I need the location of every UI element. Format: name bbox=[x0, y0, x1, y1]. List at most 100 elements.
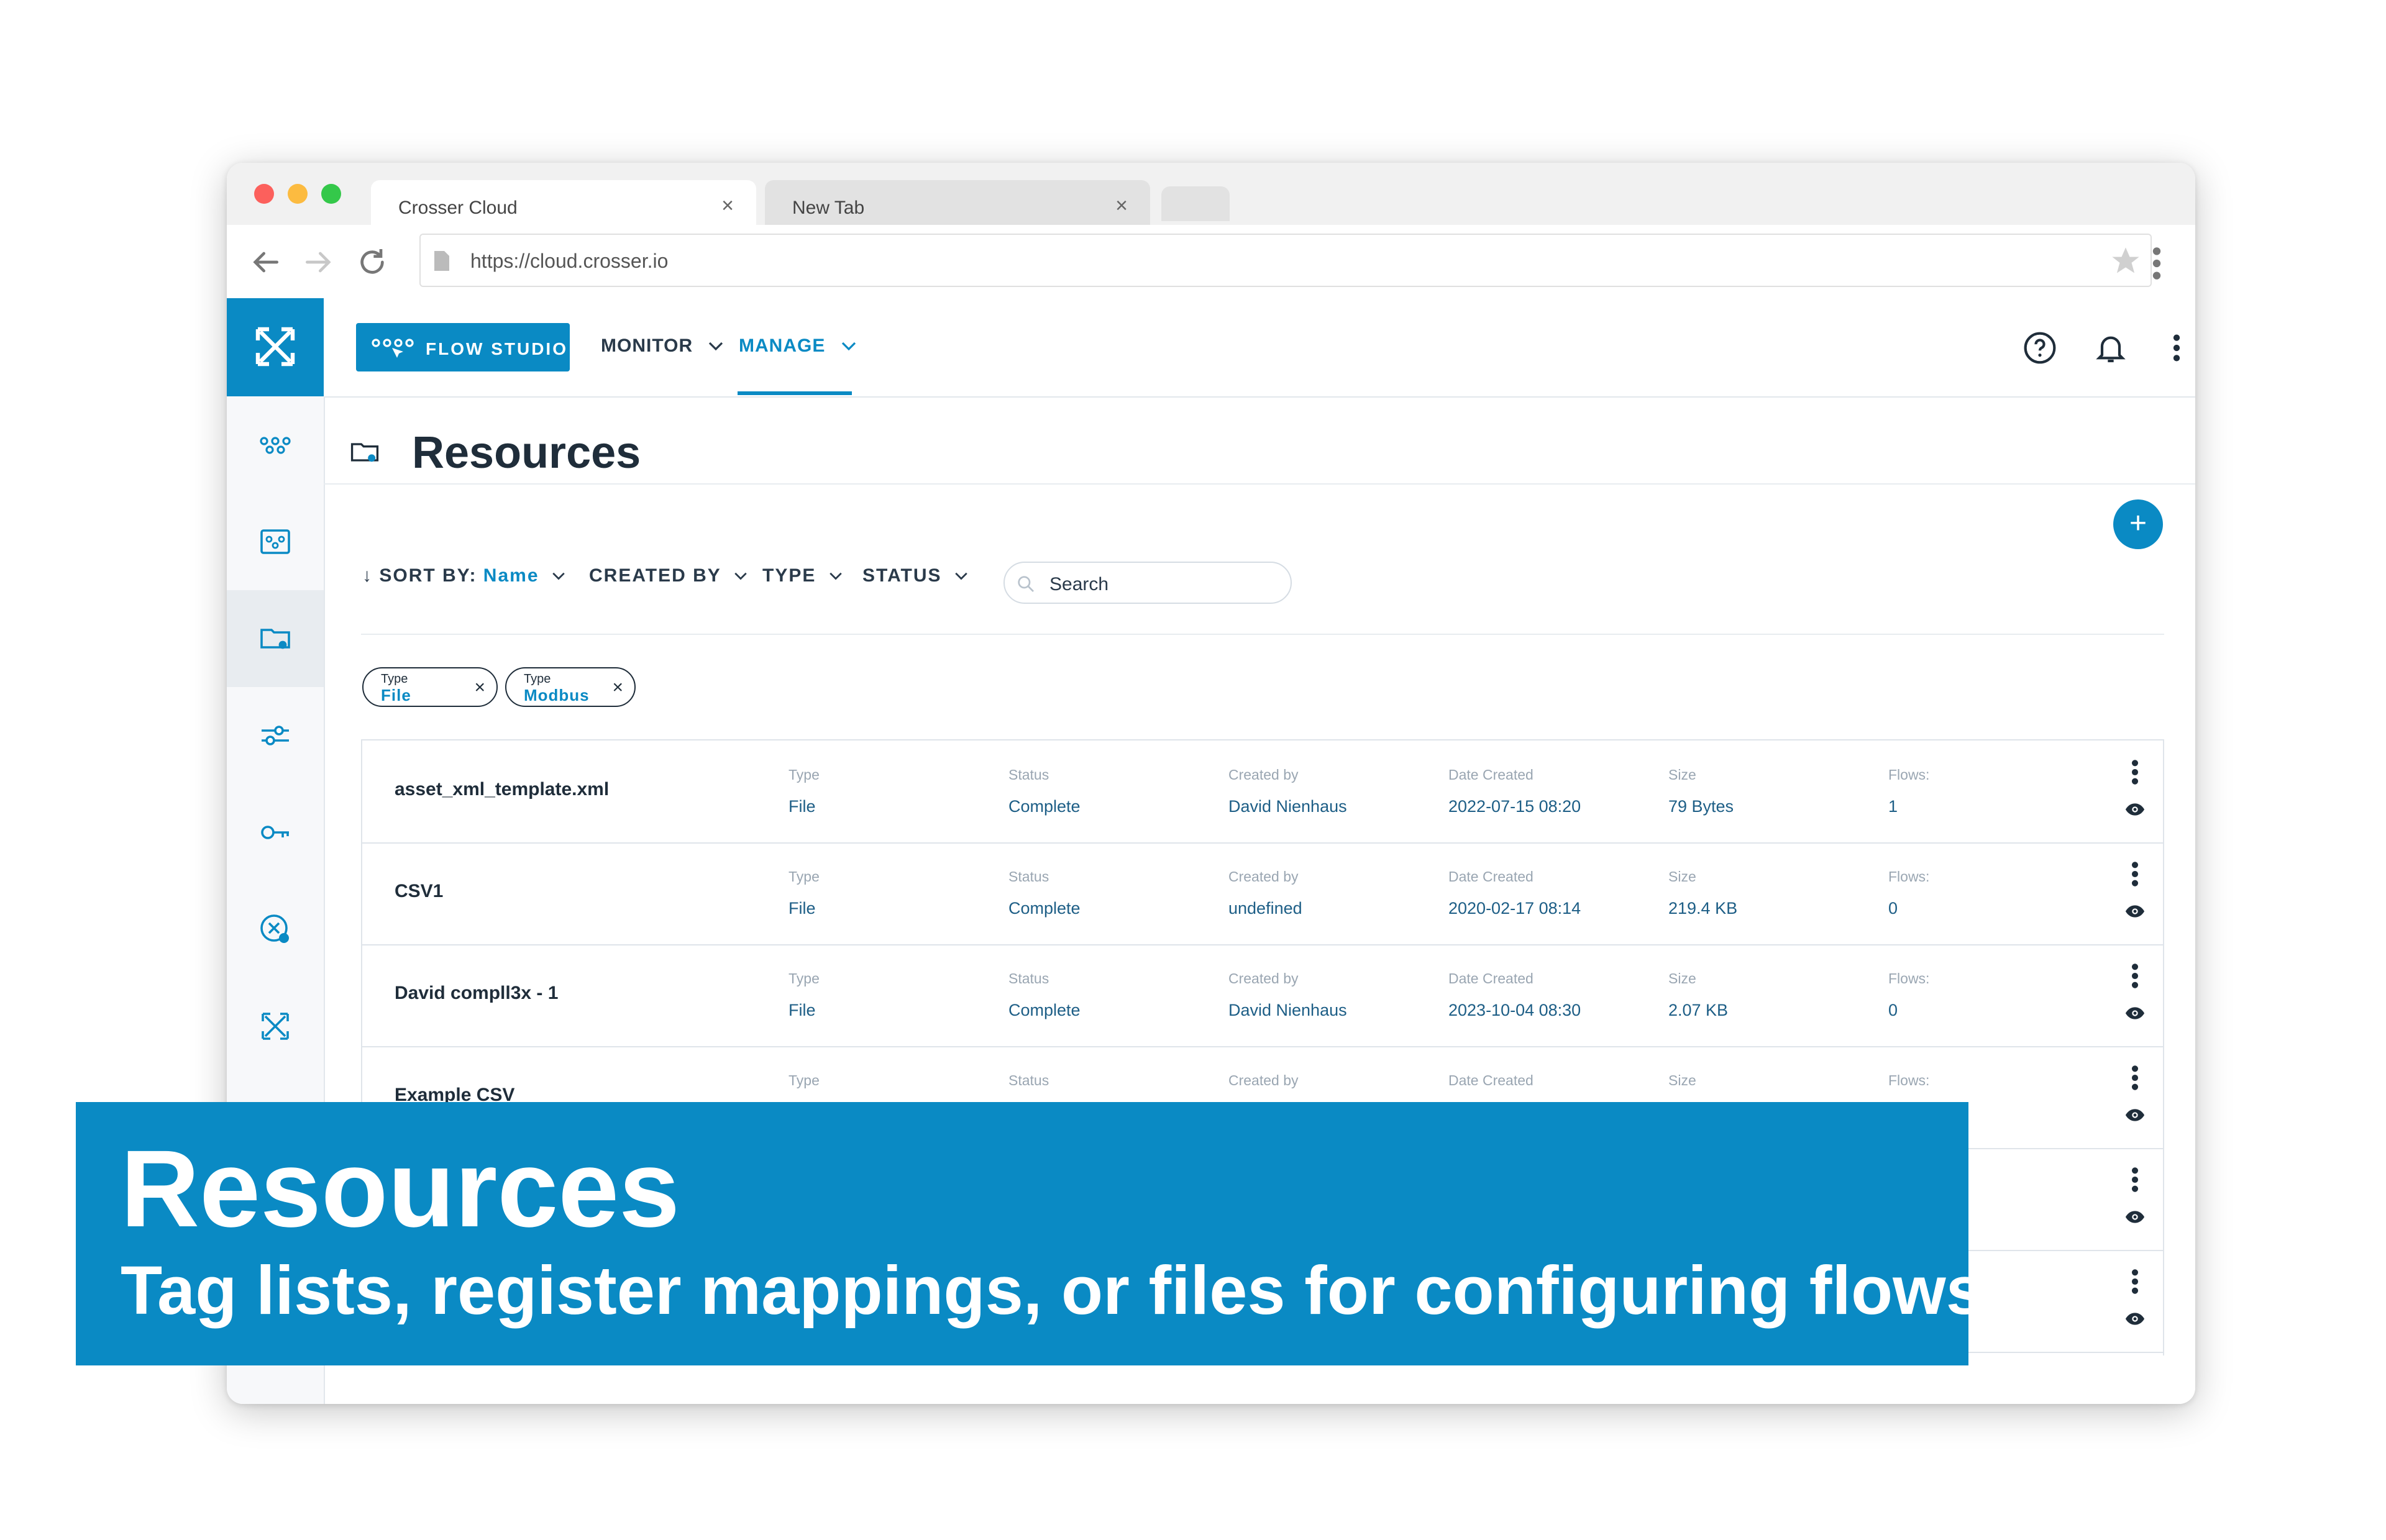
sort-direction-arrow-icon[interactable]: ↓ bbox=[362, 565, 373, 586]
row-menu-icon[interactable] bbox=[2131, 861, 2139, 887]
banner-subheading: Tag lists, register mappings, or files f… bbox=[121, 1252, 1984, 1329]
sidebar-item-nodes[interactable] bbox=[227, 881, 324, 978]
filter-chip-type-modbus[interactable]: Type Modbus × bbox=[505, 667, 636, 707]
row-menu-icon[interactable] bbox=[2131, 1065, 2139, 1091]
sidebar-item-flows[interactable] bbox=[227, 396, 324, 493]
crosser-logo[interactable] bbox=[227, 298, 324, 396]
row-menu-icon[interactable] bbox=[2131, 759, 2139, 785]
column-label: Flows: bbox=[1888, 868, 1930, 885]
bookmark-star-icon[interactable] bbox=[2109, 245, 2142, 277]
app-menu-icon[interactable] bbox=[2170, 330, 2183, 365]
column-label: Size bbox=[1668, 767, 1696, 783]
sidebar-item-credentials[interactable] bbox=[227, 784, 324, 881]
page-icon bbox=[434, 251, 449, 271]
chip-value: Modbus bbox=[524, 686, 590, 704]
created-by-dropdown[interactable]: CREATED BY bbox=[589, 565, 747, 586]
filter-chip-type-file[interactable]: Type File × bbox=[362, 667, 498, 707]
browser-tab-crosser-cloud[interactable]: Crosser Cloud × bbox=[371, 180, 756, 225]
status-label: STATUS bbox=[862, 565, 942, 586]
column-label: Date Created bbox=[1448, 1072, 1534, 1088]
cell-value: 2020-02-17 08:14 bbox=[1448, 899, 1581, 918]
flow-studio-button[interactable]: FLOW STUDIO bbox=[356, 323, 570, 371]
node-add-icon bbox=[260, 914, 289, 943]
view-eye-icon[interactable] bbox=[2124, 803, 2146, 816]
table-row[interactable]: CSV1 Type File Status Complete Created by unde… bbox=[362, 842, 2163, 945]
remove-chip-icon[interactable]: × bbox=[612, 677, 623, 698]
cell-size: Size bbox=[1668, 1072, 1696, 1103]
column-label: Type bbox=[788, 970, 820, 986]
column-label: Date Created bbox=[1448, 868, 1534, 885]
column-label: Flows: bbox=[1888, 1072, 1930, 1088]
cell-created-by: Created by undefined bbox=[1228, 868, 1302, 918]
sidebar-item-resources[interactable] bbox=[227, 590, 324, 687]
add-resource-button[interactable]: + bbox=[2113, 499, 2163, 549]
monitor-label: MONITOR bbox=[601, 335, 693, 356]
remove-chip-icon[interactable]: × bbox=[474, 677, 485, 698]
sort-by-dropdown[interactable]: ↓ SORT BY: Name bbox=[362, 565, 565, 586]
resource-name[interactable]: David compll3x - 1 bbox=[395, 983, 558, 1004]
caption-banner: Resources Tag lists, register mappings, … bbox=[76, 1102, 1984, 1365]
cell-value: 2022-07-15 08:20 bbox=[1448, 797, 1581, 816]
sidebar-item-dashboard[interactable] bbox=[227, 493, 324, 590]
search-input[interactable]: Search bbox=[1003, 562, 1292, 604]
chevron-down-icon bbox=[955, 572, 967, 580]
column-label: Status bbox=[1008, 970, 1049, 986]
cell-status: Status Complete bbox=[1008, 970, 1081, 1020]
chip-key: Type bbox=[524, 672, 551, 686]
reload-icon[interactable] bbox=[355, 245, 390, 280]
cell-date-created: Date Created bbox=[1448, 1072, 1534, 1103]
cell-size: Size 79 Bytes bbox=[1668, 767, 1734, 816]
column-label: Type bbox=[788, 868, 820, 885]
cell-type: Type bbox=[788, 1072, 820, 1103]
type-dropdown[interactable]: TYPE bbox=[762, 565, 843, 586]
row-menu-icon[interactable] bbox=[2131, 1167, 2139, 1193]
key-icon bbox=[261, 826, 289, 839]
chip-key: Type bbox=[381, 672, 408, 686]
view-eye-icon[interactable] bbox=[2124, 1312, 2146, 1326]
cell-date-created: Date Created 2020-02-17 08:14 bbox=[1448, 868, 1581, 918]
notifications-bell-icon[interactable] bbox=[2093, 330, 2128, 365]
table-row[interactable]: David compll3x - 1 Type File Status Complete… bbox=[362, 944, 2163, 1047]
new-tab-button[interactable] bbox=[1161, 186, 1230, 221]
column-label: Flows: bbox=[1888, 767, 1930, 783]
cell-flows: Flows: 1 bbox=[1888, 767, 1929, 816]
maximize-window-button[interactable] bbox=[321, 184, 341, 204]
cell-value: Complete bbox=[1008, 797, 1081, 816]
sidebar-item-settings[interactable] bbox=[227, 687, 324, 784]
close-tab-icon[interactable]: × bbox=[1115, 194, 1128, 218]
monitor-menu[interactable]: MONITOR bbox=[601, 335, 723, 357]
browser-tab-new-tab[interactable]: New Tab × bbox=[765, 180, 1150, 225]
close-window-button[interactable] bbox=[254, 184, 274, 204]
row-menu-icon[interactable] bbox=[2131, 963, 2139, 989]
close-tab-icon[interactable]: × bbox=[721, 194, 734, 218]
cell-value: 219.4 KB bbox=[1668, 899, 1738, 918]
column-label: Created by bbox=[1228, 868, 1299, 885]
view-eye-icon[interactable] bbox=[2124, 1210, 2146, 1224]
resource-name[interactable]: CSV1 bbox=[395, 881, 443, 902]
help-icon[interactable] bbox=[2023, 330, 2057, 365]
row-menu-icon[interactable] bbox=[2131, 1269, 2139, 1295]
cell-value: File bbox=[788, 797, 816, 816]
sidebar-item-crosser[interactable] bbox=[227, 978, 324, 1075]
column-label: Size bbox=[1668, 1072, 1696, 1088]
tab-label: Crosser Cloud bbox=[398, 198, 518, 218]
column-label: Flows: bbox=[1888, 970, 1930, 986]
view-eye-icon[interactable] bbox=[2124, 1006, 2146, 1020]
resource-name[interactable]: asset_xml_template.xml bbox=[395, 779, 609, 800]
table-row[interactable]: asset_xml_template.xml Type File Status Comp… bbox=[362, 740, 2163, 844]
crosser-logo-icon bbox=[255, 327, 295, 367]
minimize-window-button[interactable] bbox=[288, 184, 308, 204]
status-dropdown[interactable]: STATUS bbox=[862, 565, 968, 586]
address-bar[interactable]: https://cloud.crosser.io bbox=[419, 234, 2152, 287]
column-label: Status bbox=[1008, 1072, 1049, 1088]
forward-arrow-icon[interactable] bbox=[301, 245, 336, 280]
view-eye-icon[interactable] bbox=[2124, 904, 2146, 918]
view-eye-icon[interactable] bbox=[2124, 1108, 2146, 1122]
column-label: Type bbox=[788, 767, 820, 783]
cell-type: Type File bbox=[788, 767, 820, 816]
sliders-icon bbox=[262, 726, 289, 745]
manage-menu[interactable]: MANAGE bbox=[739, 335, 856, 357]
sort-by-value: Name bbox=[483, 565, 539, 586]
browser-menu-icon[interactable] bbox=[2151, 246, 2163, 281]
back-arrow-icon[interactable] bbox=[248, 245, 283, 280]
